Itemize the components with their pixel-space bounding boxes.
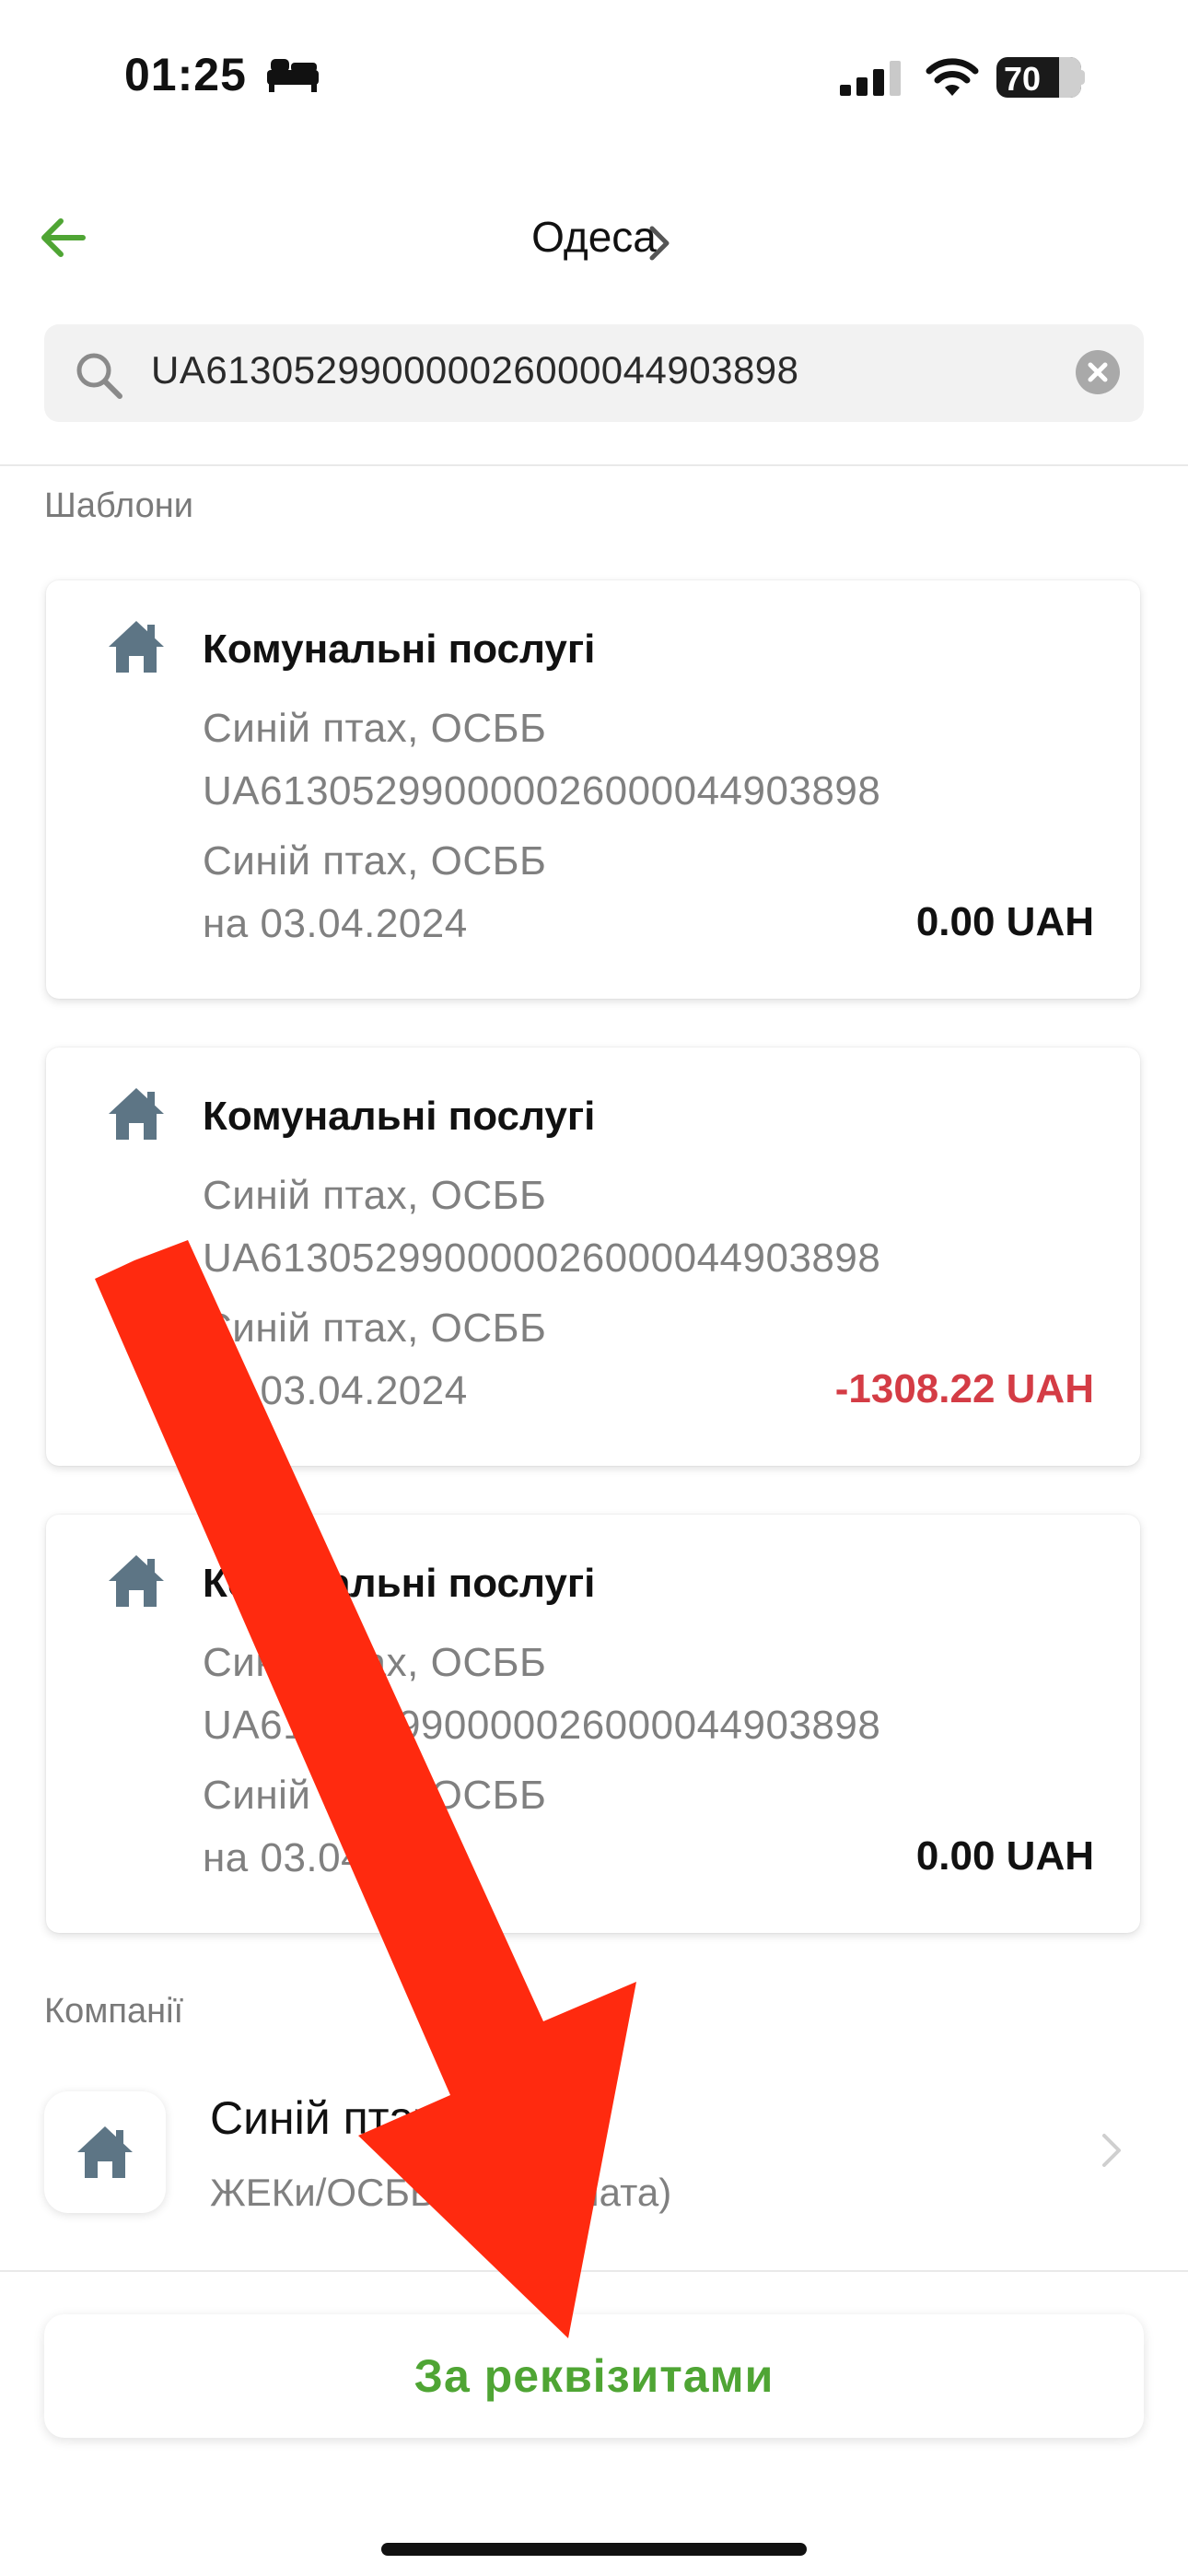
chevron-right-icon[interactable] [1100,2132,1124,2169]
template-payer: Синій птах, ОСББ [203,838,547,884]
home-indicator[interactable] [381,2543,807,2556]
template-payer: Синій птах, ОСББ [203,1306,547,1351]
house-icon [77,2126,133,2178]
signal-icon [840,61,901,96]
company-category: ЖЕКи/ОСББ (квартплата) [210,2171,672,2214]
status-time: 01:25 [124,49,247,100]
house-icon [109,1555,164,1607]
battery-nub [1079,70,1085,85]
template-title: Комунальні послугі [203,1561,596,1606]
divider [0,2270,1188,2272]
section-label-companies: Компанії [44,1992,184,2031]
house-icon [109,621,164,673]
template-title: Комунальні послугі [203,626,596,672]
clear-icon[interactable] [1076,350,1120,394]
template-recipient: Синій птах, ОСББ [203,1640,547,1685]
template-date: на 03.04.2024 [203,901,468,946]
by-requisites-button[interactable]: За реквізитами [44,2314,1144,2438]
template-recipient: Синій птах, ОСББ [203,1173,547,1218]
city-selector[interactable]: Одеса [0,212,1188,262]
divider [0,464,1188,466]
template-amount: -1308.22 UAH [834,1366,1094,1411]
template-iban: UA613052990000026000044903898 [203,768,881,814]
template-amount: 0.00 UAH [915,1833,1094,1879]
wifi-icon [926,58,979,96]
chevron-right-icon[interactable] [646,225,672,262]
template-card[interactable]: Комунальні послугі Синій птах, ОСББ UA61… [46,1048,1140,1466]
section-label-templates: Шаблони [44,486,193,525]
template-title: Комунальні послугі [203,1094,596,1139]
company-name[interactable]: Синій птах, ОСББ [210,2091,592,2145]
battery-indicator: 70 [996,57,1081,98]
template-card[interactable]: Комунальні послугі Синій птах, ОСББ UA61… [46,1515,1140,1933]
template-iban: UA613052990000026000044903898 [203,1703,881,1748]
template-date: на 03.04.2024 [203,1835,468,1880]
search-icon [76,353,122,399]
template-amount: 0.00 UAH [915,899,1094,944]
template-date: на 03.04.2024 [203,1368,468,1413]
template-card[interactable]: Комунальні послугі Синій птах, ОСББ UA61… [46,580,1140,999]
template-iban: UA613052990000026000044903898 [203,1235,881,1281]
search-input[interactable]: UA613052990000026000044903898 [151,348,799,392]
template-recipient: Синій птах, ОСББ [203,706,547,751]
battery-level: 70 [1004,60,1042,98]
template-payer: Синій птах, ОСББ [203,1773,547,1818]
house-icon [109,1088,164,1140]
bed-icon [267,59,319,92]
